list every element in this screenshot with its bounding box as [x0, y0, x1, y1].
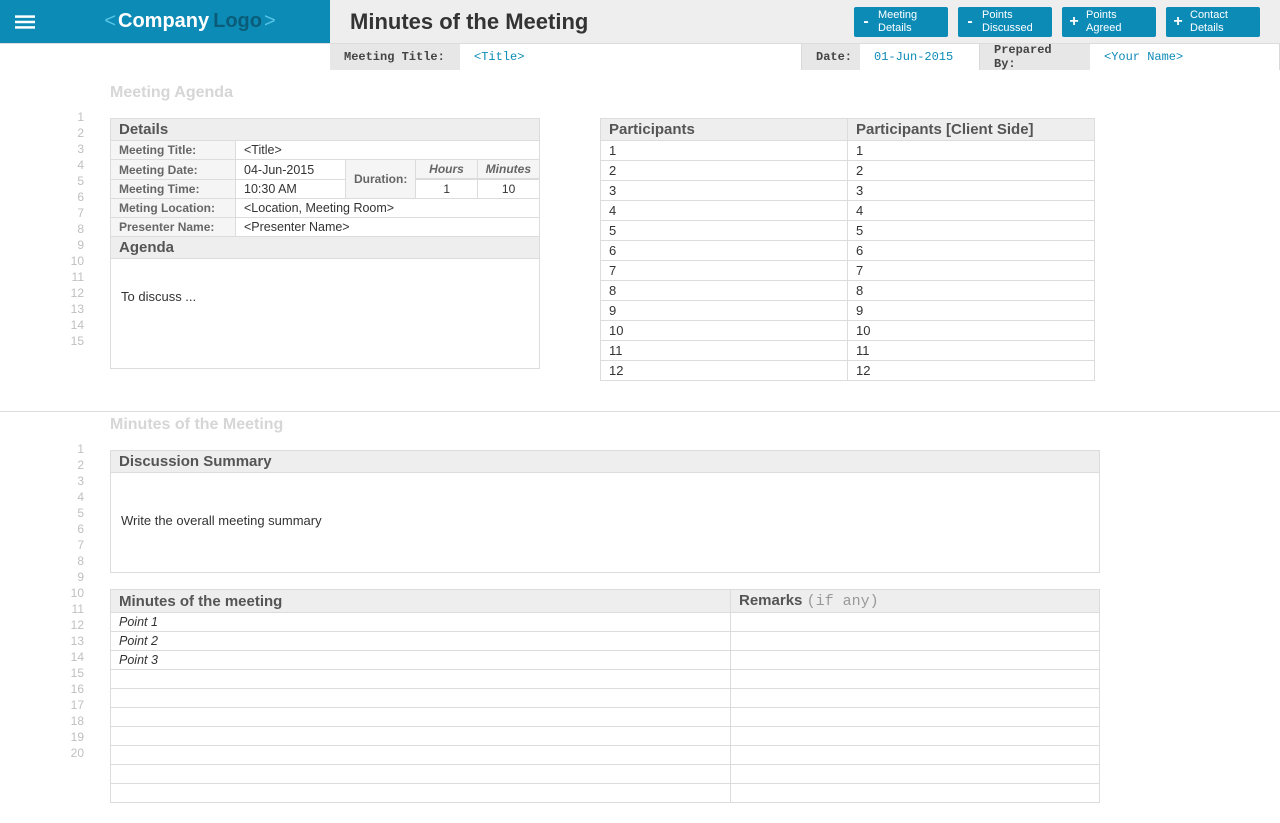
- minutes-table: Minutes of the meeting Remarks (if any) …: [110, 589, 1100, 803]
- mom-point-cell[interactable]: Point 1: [111, 613, 731, 632]
- mom-remark-cell[interactable]: [731, 727, 1100, 746]
- mom-point-cell[interactable]: [111, 765, 731, 784]
- participant-client-cell[interactable]: 2: [848, 161, 1095, 181]
- mom-remark-cell[interactable]: [731, 632, 1100, 651]
- company-logo: < Company Logo >: [50, 0, 330, 43]
- details-meeting-time[interactable]: 10:30 AM: [236, 180, 346, 199]
- page-title: Minutes of the Meeting: [330, 0, 608, 43]
- prepared-by-value[interactable]: <Your Name>: [1090, 50, 1197, 64]
- mom-point-cell[interactable]: [111, 784, 731, 803]
- participant-cell[interactable]: 2: [601, 161, 848, 181]
- menu-button[interactable]: [0, 0, 50, 43]
- participant-cell[interactable]: 11: [601, 341, 848, 361]
- details-location[interactable]: <Location, Meeting Room>: [236, 199, 540, 218]
- logo-company: Company: [118, 10, 209, 33]
- logo-logo: Logo: [213, 10, 262, 33]
- agenda-body[interactable]: To discuss ...: [110, 259, 540, 369]
- meeting-title-label: Meeting Title:: [330, 44, 460, 70]
- mom-remark-cell[interactable]: [731, 670, 1100, 689]
- details-meeting-date[interactable]: 04-Jun-2015: [236, 160, 346, 180]
- section-heading-agenda: Meeting Agenda: [110, 84, 1240, 102]
- mom-point-cell[interactable]: Point 2: [111, 632, 731, 651]
- details-header: Details: [111, 119, 540, 141]
- details-minutes[interactable]: 10: [478, 180, 539, 198]
- line-gutter: 1234567891011121314151617181920: [40, 412, 90, 803]
- contact-details-button[interactable]: + Contact Details: [1166, 7, 1260, 37]
- agenda-header: Agenda: [111, 237, 540, 259]
- details-table: Details Meeting Title: <Title> Meeting D…: [110, 118, 540, 259]
- remarks-header: Remarks (if any): [731, 590, 1100, 613]
- section-heading-mom: Minutes of the Meeting: [110, 416, 1240, 434]
- discussion-summary-table: Discussion Summary: [110, 450, 1100, 473]
- mom-point-cell[interactable]: [111, 689, 731, 708]
- line-gutter: 123456789101112131415: [40, 80, 90, 381]
- mom-remark-cell[interactable]: [731, 765, 1100, 784]
- meeting-details-button[interactable]: - Meeting Details: [854, 7, 948, 37]
- mom-point-cell[interactable]: Point 3: [111, 651, 731, 670]
- meeting-title-value[interactable]: <Title>: [460, 50, 538, 64]
- mom-point-cell[interactable]: [111, 708, 731, 727]
- participant-cell[interactable]: 3: [601, 181, 848, 201]
- participant-cell[interactable]: 7: [601, 261, 848, 281]
- participant-client-cell[interactable]: 7: [848, 261, 1095, 281]
- mom-remark-cell[interactable]: [731, 784, 1100, 803]
- participant-cell[interactable]: 6: [601, 241, 848, 261]
- mom-point-cell[interactable]: [111, 670, 731, 689]
- participant-client-cell[interactable]: 4: [848, 201, 1095, 221]
- minus-icon: -: [854, 13, 878, 31]
- details-meeting-title[interactable]: <Title>: [236, 141, 540, 160]
- participant-cell[interactable]: 5: [601, 221, 848, 241]
- participants-client-header: Participants [Client Side]: [848, 119, 1095, 141]
- participant-cell[interactable]: 12: [601, 361, 848, 381]
- participant-client-cell[interactable]: 1: [848, 141, 1095, 161]
- date-label: Date:: [802, 44, 860, 70]
- participant-client-cell[interactable]: 12: [848, 361, 1095, 381]
- mom-remark-cell[interactable]: [731, 689, 1100, 708]
- discussion-header: Discussion Summary: [111, 451, 1100, 473]
- participant-client-cell[interactable]: 10: [848, 321, 1095, 341]
- mom-remark-cell[interactable]: [731, 613, 1100, 632]
- details-hours[interactable]: 1: [416, 180, 477, 198]
- mom-remark-cell[interactable]: [731, 746, 1100, 765]
- participants-header: Participants: [601, 119, 848, 141]
- prepared-by-label: Prepared By:: [980, 44, 1090, 70]
- participant-cell[interactable]: 9: [601, 301, 848, 321]
- plus-icon: +: [1166, 13, 1190, 31]
- participant-client-cell[interactable]: 6: [848, 241, 1095, 261]
- participant-cell[interactable]: 1: [601, 141, 848, 161]
- participant-cell[interactable]: 10: [601, 321, 848, 341]
- participant-client-cell[interactable]: 8: [848, 281, 1095, 301]
- discussion-body[interactable]: Write the overall meeting summary: [110, 473, 1100, 573]
- hamburger-icon: [15, 12, 35, 32]
- participant-cell[interactable]: 4: [601, 201, 848, 221]
- minus-icon: -: [958, 13, 982, 31]
- points-discussed-button[interactable]: - Points Discussed: [958, 7, 1052, 37]
- points-agreed-button[interactable]: + Points Agreed: [1062, 7, 1156, 37]
- participant-client-cell[interactable]: 5: [848, 221, 1095, 241]
- participant-client-cell[interactable]: 11: [848, 341, 1095, 361]
- participant-client-cell[interactable]: 3: [848, 181, 1095, 201]
- date-value[interactable]: 01-Jun-2015: [860, 50, 967, 64]
- participant-cell[interactable]: 8: [601, 281, 848, 301]
- participant-client-cell[interactable]: 9: [848, 301, 1095, 321]
- mom-point-cell[interactable]: [111, 727, 731, 746]
- participants-table: Participants Participants [Client Side] …: [600, 118, 1095, 381]
- plus-icon: +: [1062, 13, 1086, 31]
- mom-remark-cell[interactable]: [731, 651, 1100, 670]
- mom-point-cell[interactable]: [111, 746, 731, 765]
- details-presenter[interactable]: <Presenter Name>: [236, 218, 540, 237]
- mom-remark-cell[interactable]: [731, 708, 1100, 727]
- mom-header: Minutes of the meeting: [111, 590, 731, 613]
